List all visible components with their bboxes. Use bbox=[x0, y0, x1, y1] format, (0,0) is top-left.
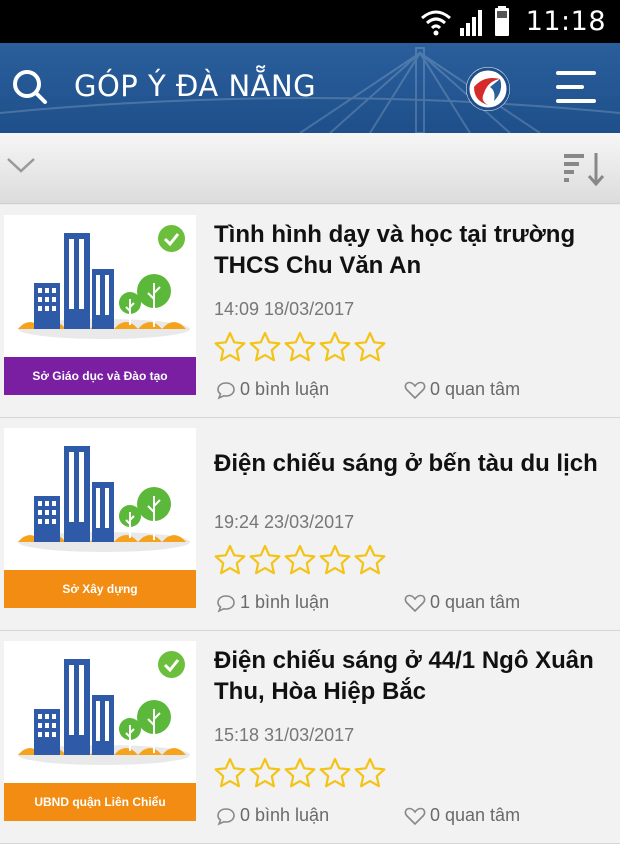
feedback-timestamp: 15:18 31/03/2017 bbox=[214, 725, 355, 745]
chevron-down-icon bbox=[7, 158, 35, 173]
comment-icon bbox=[217, 594, 235, 613]
star-icon[interactable] bbox=[354, 331, 386, 363]
status-icons bbox=[420, 6, 520, 43]
comment-count-label: 0 bình luận bbox=[240, 805, 330, 825]
star-icon[interactable] bbox=[284, 757, 316, 789]
star-icon[interactable] bbox=[284, 331, 316, 363]
rating-stars[interactable] bbox=[214, 544, 389, 578]
star-icon[interactable] bbox=[249, 544, 281, 576]
star-icon[interactable] bbox=[284, 544, 316, 576]
feedback-card[interactable]: UBND quận Liên Chiểu Điện chiếu sáng ở 44… bbox=[0, 631, 620, 844]
sort-button[interactable] bbox=[562, 151, 606, 187]
star-icon[interactable] bbox=[214, 757, 246, 789]
comment-count[interactable]: 1 bình luận bbox=[216, 592, 329, 613]
expand-filter-button[interactable] bbox=[6, 155, 36, 179]
feedback-timestamp: 19:24 23/03/2017 bbox=[214, 512, 355, 532]
menu-button[interactable] bbox=[556, 71, 596, 105]
heart-icon bbox=[404, 807, 426, 825]
star-icon[interactable] bbox=[319, 544, 351, 576]
feedback-thumbnail: Sở Xây dựng bbox=[4, 428, 196, 608]
comment-count-label: 0 bình luận bbox=[240, 379, 330, 399]
sort-icon bbox=[564, 153, 605, 187]
danang-logo-icon bbox=[466, 67, 510, 111]
star-icon[interactable] bbox=[319, 757, 351, 789]
app-logo[interactable] bbox=[466, 67, 510, 111]
feedback-thumbnail: UBND quận Liên Chiểu bbox=[4, 641, 196, 821]
star-icon[interactable] bbox=[354, 544, 386, 576]
comment-count[interactable]: 0 bình luận bbox=[216, 805, 329, 826]
city-illustration bbox=[18, 446, 190, 552]
comment-icon bbox=[217, 807, 235, 826]
check-icon bbox=[158, 651, 185, 678]
feedback-thumbnail: Sở Giáo dục và Đào tạo bbox=[4, 215, 196, 395]
interest-count-label: 0 quan tâm bbox=[430, 379, 521, 399]
heart-icon bbox=[404, 594, 426, 612]
status-time: 11:18 bbox=[525, 6, 606, 37]
interest-count[interactable]: 0 quan tâm bbox=[404, 379, 520, 400]
feedback-card[interactable]: Sở Giáo dục và Đào tạo Tình hình dạy và h… bbox=[0, 205, 620, 418]
department-label: Sở Xây dựng bbox=[4, 570, 196, 608]
star-icon[interactable] bbox=[354, 757, 386, 789]
wifi-icon bbox=[421, 10, 451, 30]
feedback-title[interactable]: Điện chiếu sáng ở bến tàu du lịch bbox=[214, 448, 614, 479]
signal-icon bbox=[460, 10, 482, 36]
interest-count-label: 0 quan tâm bbox=[430, 592, 521, 612]
heart-icon bbox=[404, 381, 426, 399]
interest-count[interactable]: 0 quan tâm bbox=[404, 805, 520, 826]
star-icon[interactable] bbox=[214, 331, 246, 363]
feedback-card[interactable]: Sở Xây dựng Điện chiếu sáng ở bến tàu du … bbox=[0, 418, 620, 631]
search-icon bbox=[13, 70, 47, 104]
department-label: Sở Giáo dục và Đào tạo bbox=[4, 357, 196, 395]
feedback-timestamp: 14:09 18/03/2017 bbox=[214, 299, 355, 319]
star-icon[interactable] bbox=[214, 544, 246, 576]
star-icon[interactable] bbox=[319, 331, 351, 363]
rating-stars[interactable] bbox=[214, 331, 389, 365]
comment-count-label: 1 bình luận bbox=[240, 592, 330, 612]
department-label: UBND quận Liên Chiểu bbox=[4, 783, 196, 821]
feedback-title[interactable]: Tình hình dạy và học tại trường THCS Chu… bbox=[214, 219, 614, 281]
app-header: GÓP Ý ĐÀ NẴNG bbox=[0, 43, 620, 133]
filter-toolbar bbox=[0, 133, 620, 204]
feedback-title[interactable]: Điện chiếu sáng ở 44/1 Ngô Xuân Thu, Hòa… bbox=[214, 645, 614, 707]
status-bar: 11:18 bbox=[0, 0, 620, 43]
battery-icon bbox=[495, 6, 509, 36]
check-icon bbox=[158, 225, 185, 252]
comment-count[interactable]: 0 bình luận bbox=[216, 379, 329, 400]
interest-count-label: 0 quan tâm bbox=[430, 805, 521, 825]
star-icon[interactable] bbox=[249, 757, 281, 789]
star-icon[interactable] bbox=[249, 331, 281, 363]
interest-count[interactable]: 0 quan tâm bbox=[404, 592, 520, 613]
menu-icon bbox=[556, 71, 596, 75]
page-title: GÓP Ý ĐÀ NẴNG bbox=[74, 69, 317, 103]
rating-stars[interactable] bbox=[214, 757, 389, 791]
search-button[interactable] bbox=[10, 67, 50, 107]
comment-icon bbox=[217, 381, 235, 400]
